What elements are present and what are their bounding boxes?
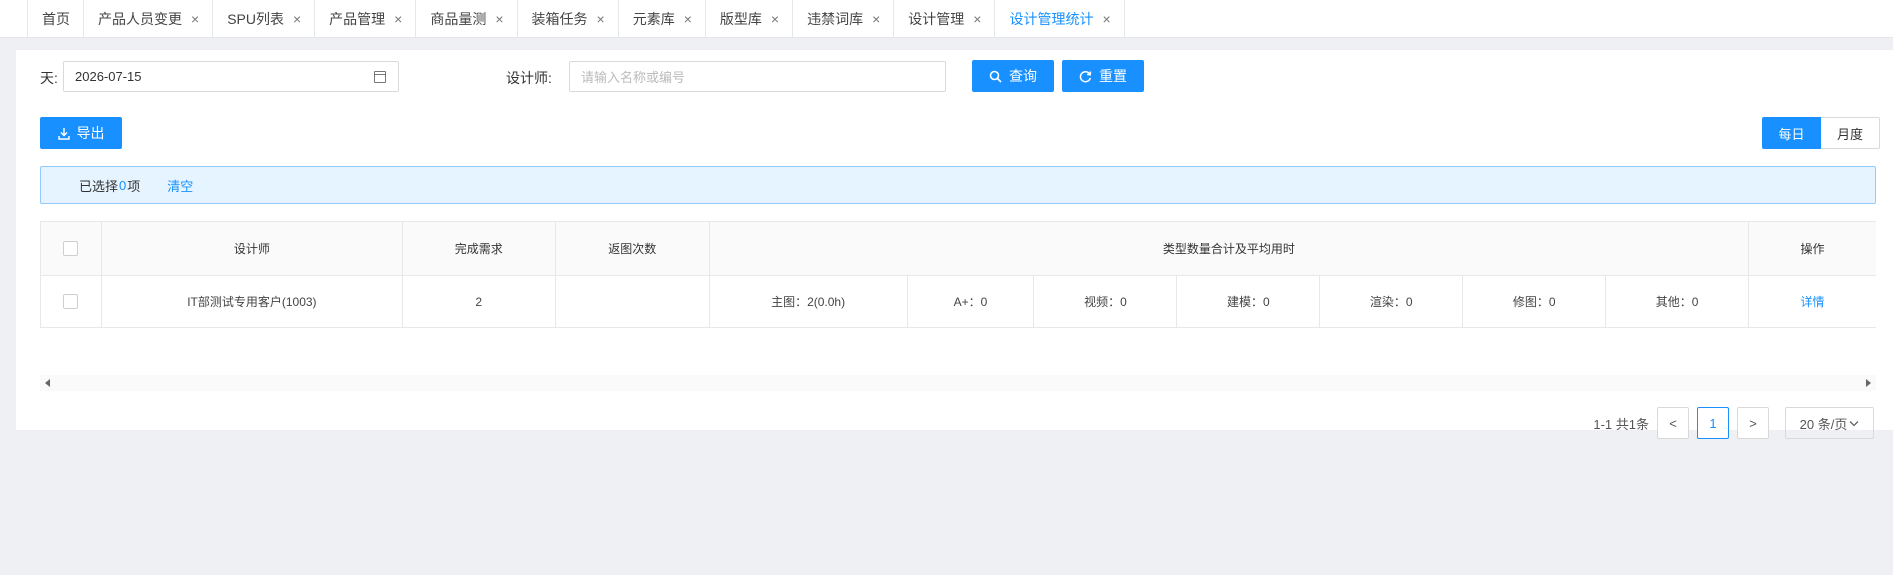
reset-label: 重置 [1099,68,1127,84]
tab-label: SPU列表 [227,10,284,27]
reset-button[interactable]: 重置 [1062,60,1144,92]
monthly-toggle-button[interactable]: 月度 [1821,117,1880,149]
row-select-cell [41,276,102,327]
selection-count: 0 [119,177,127,193]
tab-label: 设计管理 [908,10,965,27]
selection-suffix: 项 [127,178,141,194]
header-completed: 完成需求 [403,222,556,275]
header-select-cell [41,222,102,275]
stats-table: 设计师 完成需求 返图次数 类型数量合计及平均用时 操作 IT部测试专用客户(1… [40,221,1876,328]
close-icon[interactable]: × [684,12,692,26]
tab-label: 元素库 [632,10,675,27]
row-type-other: 其他：0 [1606,276,1750,327]
horizontal-scrollbar[interactable] [40,375,1876,391]
header-returns: 返图次数 [556,222,710,275]
tab-bar: 首页 产品人员变更 × SPU列表 × 产品管理 × 商品量测 × 装箱任务 × 元素库 × 版型库 × 违禁… [0,0,1893,38]
row-type-a-plus: A+：0 [908,276,1035,327]
tab-label: 违禁词库 [807,10,864,27]
tab-4[interactable]: 商品量测 × [415,0,518,37]
download-icon [57,127,70,140]
header-designer: 设计师 [102,222,403,275]
date-picker[interactable]: 2026-07-15 [63,61,399,92]
tab-label: 产品人员变更 [98,10,182,27]
tab-8[interactable]: 违禁词库 × [792,0,895,37]
close-icon[interactable]: × [495,12,503,26]
row-returns [556,276,710,327]
chevron-left-icon: < [1669,415,1677,431]
tab-label: 产品管理 [329,10,386,27]
tab-label: 商品量测 [430,10,487,27]
pagination-summary: 1-1 共1条 [1593,416,1649,432]
row-completed: 2 [403,276,556,327]
next-page-button[interactable]: > [1737,407,1769,439]
page-size-select[interactable]: 20 条/页 [1785,407,1874,439]
chevron-down-icon [1849,420,1859,426]
header-types: 类型数量合计及平均用时 [710,222,1750,275]
calendar-icon[interactable] [374,71,386,83]
tab-10[interactable]: 设计管理统计 × [994,0,1125,37]
close-icon[interactable]: × [771,12,779,26]
row-type-render: 渲染：0 [1320,276,1464,327]
export-button[interactable]: 导出 [40,117,122,149]
row-action-cell: 详情 [1749,276,1876,327]
close-icon[interactable]: × [394,12,402,26]
close-icon[interactable]: × [597,12,605,26]
details-link[interactable]: 详情 [1801,293,1825,310]
tab-label: 设计管理统计 [1009,10,1094,27]
content-card: 天: 2026-07-15 设计师: 请输入名称或编号 查询 重置 导出 每日 … [16,50,1893,439]
row-type-modeling: 建模：0 [1177,276,1321,327]
tab-0[interactable]: 首页 [27,0,84,37]
clear-selection-link[interactable]: 清空 [167,176,193,195]
day-label: 天: [40,70,58,86]
close-icon[interactable]: × [191,12,199,26]
refresh-icon [1079,70,1092,82]
row-type-retouch: 修图：0 [1463,276,1607,327]
chevron-right-icon: > [1749,415,1757,431]
tab-5[interactable]: 装箱任务 × [516,0,619,37]
tab-3[interactable]: 产品管理 × [314,0,417,37]
selection-alert: 已选择 0 项 清空 [40,166,1876,204]
scroll-left-arrow-icon[interactable] [45,379,50,387]
close-icon[interactable]: × [293,12,301,26]
tab-label: 装箱任务 [531,10,588,27]
table-row: IT部测试专用客户(1003) 2 主图：2(0.0h) A+：0 视频：0 建… [40,276,1876,328]
tab-2[interactable]: SPU列表 × [212,0,316,37]
tab-9[interactable]: 设计管理 × [893,0,996,37]
query-button[interactable]: 查询 [972,60,1054,92]
row-type-video: 视频：0 [1034,276,1178,327]
page-size-value: 20 条/页 [1799,416,1848,432]
close-icon[interactable]: × [1102,12,1110,26]
designer-placeholder: 请输入名称或编号 [581,70,686,85]
select-all-checkbox[interactable] [63,241,79,256]
selection-prefix: 已选择 [79,178,119,194]
designer-label: 设计师: [506,70,552,86]
export-label: 导出 [76,125,105,141]
pagination: 1-1 共1条 < 1 > 20 条/页 [1593,407,1874,439]
date-value: 2026-07-15 [75,69,142,84]
tab-7[interactable]: 版型库 × [704,0,794,37]
row-designer: IT部测试专用客户(1003) [102,276,403,327]
table-header: 设计师 完成需求 返图次数 类型数量合计及平均用时 操作 [40,221,1876,276]
search-icon [989,70,1002,83]
period-toggle: 每日 月度 [1762,117,1880,149]
designer-search-input[interactable]: 请输入名称或编号 [569,61,946,92]
prev-page-button[interactable]: < [1657,407,1689,439]
query-label: 查询 [1009,68,1037,84]
page-number-button[interactable]: 1 [1697,407,1729,439]
tab-1[interactable]: 产品人员变更 × [83,0,214,37]
tab-label: 首页 [42,10,70,27]
close-icon[interactable]: × [872,12,880,26]
row-type-main-image: 主图：2(0.0h) [710,276,908,327]
tab-6[interactable]: 元素库 × [617,0,706,37]
header-actions: 操作 [1800,242,1825,256]
close-icon[interactable]: × [973,12,981,26]
daily-toggle-button[interactable]: 每日 [1762,117,1821,149]
row-checkbox[interactable] [63,294,79,309]
scroll-right-arrow-icon[interactable] [1866,379,1871,387]
tab-label: 版型库 [719,10,762,27]
